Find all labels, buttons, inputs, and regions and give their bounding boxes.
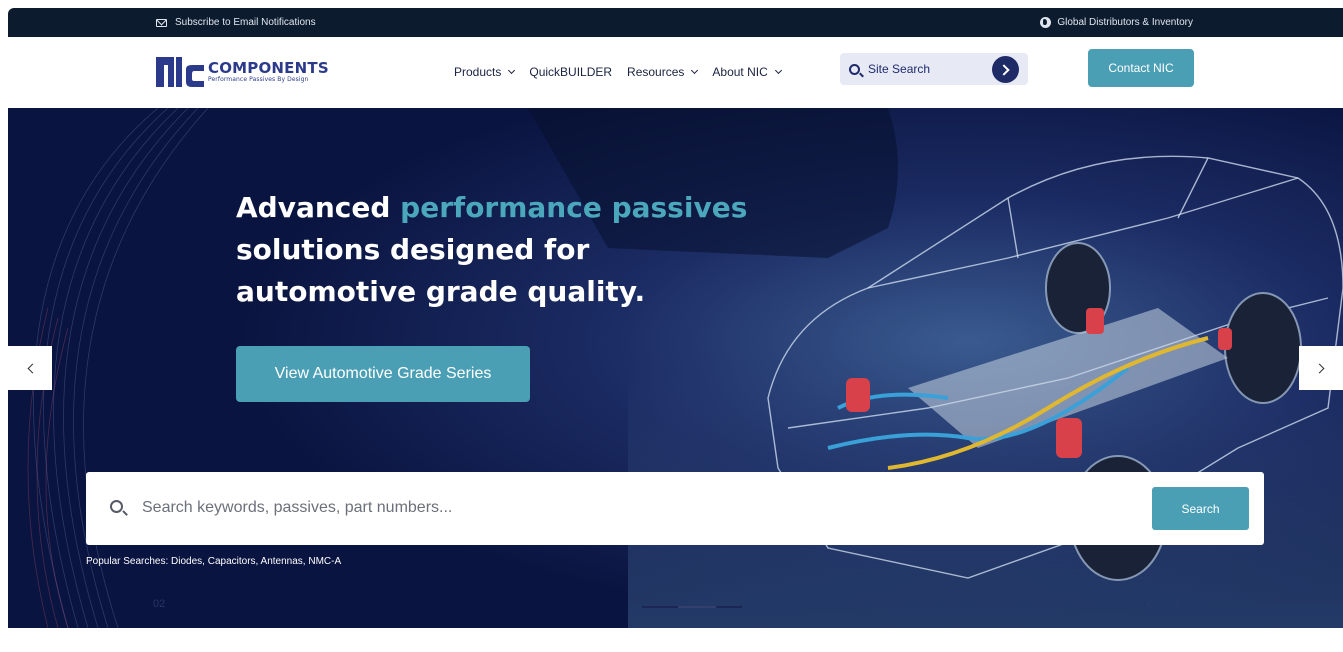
arrow-right-icon[interactable] xyxy=(1168,598,1180,610)
carousel-next-button[interactable] xyxy=(1299,346,1343,390)
carousel-mini-arrows xyxy=(1146,598,1180,610)
site-header: COMPONENTS Performance Passives By Desig… xyxy=(8,37,1343,108)
chevron-down-icon xyxy=(774,66,782,75)
view-automotive-grade-button[interactable]: View Automotive Grade Series xyxy=(236,346,530,402)
contact-nic-button[interactable]: Contact NIC xyxy=(1088,49,1194,87)
site-search-submit-button[interactable] xyxy=(992,56,1019,83)
nav-products[interactable]: Products xyxy=(454,61,516,83)
nic-logo-mark-icon xyxy=(156,57,204,87)
carousel-progress-fill xyxy=(678,606,716,608)
nav-resources[interactable]: Resources xyxy=(627,61,699,83)
subscribe-label: Subscribe to Email Notifications xyxy=(175,17,316,28)
distributors-link[interactable]: Global Distributors & Inventory xyxy=(1040,17,1193,28)
arrow-left-icon[interactable] xyxy=(1146,598,1158,610)
product-search-bar: Search xyxy=(86,472,1264,545)
headline-accent: performance passives xyxy=(400,191,748,224)
chevron-right-icon xyxy=(998,63,1010,76)
logo-brand-text: COMPONENTS xyxy=(208,59,329,77)
chevron-down-icon xyxy=(508,66,516,75)
logo-tagline: Performance Passives By Design xyxy=(208,76,309,83)
search-icon xyxy=(110,500,123,513)
nav-about-nic[interactable]: About NIC xyxy=(712,61,782,83)
search-icon xyxy=(849,63,860,75)
nav-resources-label: Resources xyxy=(627,65,685,79)
site-search xyxy=(840,53,1028,85)
hero-carousel: Advanced performance passives solutions … xyxy=(8,108,1343,628)
carousel-progress xyxy=(642,606,742,608)
mail-icon xyxy=(156,18,167,27)
nic-logo[interactable]: COMPONENTS Performance Passives By Desig… xyxy=(156,54,336,90)
carousel-prev-button[interactable] xyxy=(8,346,52,390)
nav-quickbuilder[interactable]: QuickBUILDER xyxy=(529,61,612,83)
product-search-button[interactable]: Search xyxy=(1152,487,1249,530)
chevron-right-icon xyxy=(1314,363,1324,373)
distributors-label: Global Distributors & Inventory xyxy=(1057,17,1193,28)
hero-headline: Advanced performance passives solutions … xyxy=(236,187,756,313)
popular-searches: Popular Searches: Diodes, Capacitors, An… xyxy=(86,556,342,567)
top-utility-bar: Subscribe to Email Notifications Global … xyxy=(8,8,1343,37)
nav-quickbuilder-label: QuickBUILDER xyxy=(529,65,613,79)
subscribe-link[interactable]: Subscribe to Email Notifications xyxy=(156,17,316,28)
main-nav: Products QuickBUILDER Resources About NI… xyxy=(454,61,796,83)
chevron-down-icon xyxy=(691,66,699,75)
product-search-input[interactable] xyxy=(142,494,1042,522)
chevron-left-icon xyxy=(27,363,37,373)
site-search-input[interactable] xyxy=(868,62,988,76)
hero-background-image xyxy=(8,108,1343,628)
headline-suffix: solutions designed for automotive grade … xyxy=(236,233,646,308)
globe-icon xyxy=(1040,17,1052,28)
nav-about-nic-label: About NIC xyxy=(712,65,768,79)
browser-viewport: Subscribe to Email Notifications Global … xyxy=(8,8,1343,652)
slide-number: 02 xyxy=(153,598,166,610)
nav-products-label: Products xyxy=(454,65,502,79)
headline-prefix: Advanced xyxy=(236,191,401,224)
